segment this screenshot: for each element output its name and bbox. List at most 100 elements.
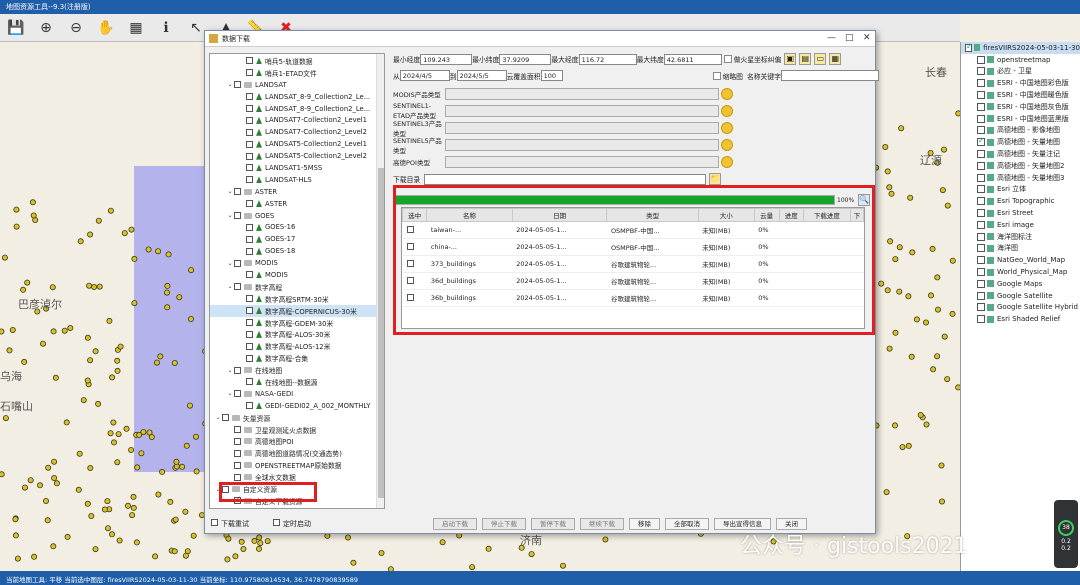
tree-checkbox[interactable] bbox=[246, 140, 253, 148]
expand-icon[interactable]: ⌄ bbox=[214, 414, 222, 421]
tree-node[interactable]: GOES-16 bbox=[210, 221, 384, 233]
max-lon-field[interactable]: 116.72 bbox=[578, 53, 637, 65]
tree-checkbox[interactable] bbox=[234, 449, 241, 457]
grid-icon[interactable]: ▦ bbox=[829, 53, 842, 65]
tree-checkbox[interactable] bbox=[234, 188, 241, 196]
tree-node[interactable]: ⌄ NASA-GEDI bbox=[210, 388, 384, 400]
tree-checkbox[interactable] bbox=[246, 247, 253, 255]
scheduled-start-option[interactable]: 定时启动 bbox=[273, 519, 311, 529]
tree-node[interactable]: GEDI-GEDI02_A_002_MONTHLY bbox=[210, 400, 384, 412]
full-extent-icon[interactable]: ▦ bbox=[126, 18, 146, 38]
layer-item[interactable]: Esri Shaded Relief bbox=[961, 313, 1080, 325]
layer-checkbox[interactable] bbox=[977, 136, 985, 147]
layer-checkbox[interactable] bbox=[977, 232, 985, 241]
tree-checkbox[interactable] bbox=[246, 57, 253, 65]
tree-node[interactable]: 高德地图道路情况(交通态势) bbox=[210, 447, 384, 459]
tree-node[interactable]: LANDSAT7-Collection2_Level2 bbox=[210, 126, 384, 138]
column-header[interactable]: 选中 bbox=[401, 208, 428, 222]
tree-checkbox[interactable] bbox=[246, 116, 253, 124]
draw-bbox-icon[interactable]: ▣ bbox=[784, 53, 797, 65]
zoom-out-icon[interactable]: ⊖ bbox=[66, 18, 86, 38]
layer-checkbox[interactable] bbox=[977, 102, 985, 111]
tree-checkbox[interactable] bbox=[246, 342, 253, 350]
tree-checkbox[interactable] bbox=[234, 259, 241, 267]
tree-checkbox[interactable] bbox=[246, 223, 253, 231]
column-header[interactable]: 云量 bbox=[753, 208, 780, 222]
save-icon[interactable]: 💾 bbox=[6, 18, 26, 38]
layer-item[interactable]: Google Satellite bbox=[961, 290, 1080, 302]
table-row[interactable]: china-... 2024-05-05-1... OSMPBF-中国... 未知(M… bbox=[402, 238, 864, 256]
column-header[interactable]: 下载进度 bbox=[802, 208, 851, 222]
expand-icon[interactable]: ⌄ bbox=[226, 283, 234, 290]
tree-node[interactable]: 数字高程-GDEM-30米 bbox=[210, 317, 384, 329]
layer-checkbox[interactable] bbox=[977, 209, 985, 218]
tree-node[interactable]: ⌄ ASTER bbox=[210, 186, 384, 198]
row-select-cell[interactable] bbox=[402, 272, 427, 290]
tree-checkbox[interactable] bbox=[246, 330, 253, 338]
tree-node[interactable]: ⌄ GOES bbox=[210, 210, 384, 222]
tree-checkbox[interactable] bbox=[246, 307, 253, 315]
tree-node[interactable]: GOES-18 bbox=[210, 245, 384, 257]
row-select-cell[interactable] bbox=[402, 221, 427, 239]
layer-item[interactable]: Google Satellite Hybrid bbox=[961, 302, 1080, 314]
tree-node[interactable]: LANDSAT_8-9_Collection2_Le... bbox=[210, 91, 384, 103]
resume-download-button[interactable]: 继续下载 bbox=[580, 518, 624, 530]
tree-checkbox[interactable] bbox=[246, 164, 253, 172]
layer-item[interactable]: Esri Street bbox=[961, 207, 1080, 219]
tree-checkbox[interactable] bbox=[234, 437, 241, 445]
start-download-button[interactable]: 启动下载 bbox=[433, 518, 477, 530]
layer-checkbox[interactable] bbox=[977, 161, 985, 170]
layer-checkbox[interactable] bbox=[977, 244, 985, 253]
layer-item[interactable]: 必应 - 卫星 bbox=[961, 66, 1080, 78]
table-row[interactable]: 36d_buildings 2024-05-05-1... 谷歌建筑物轮... 未知(… bbox=[402, 272, 864, 290]
arrow-icon[interactable]: ↖ bbox=[186, 18, 206, 38]
tree-node[interactable]: 在线地图--数据源 bbox=[210, 376, 384, 388]
tree-checkbox[interactable] bbox=[234, 390, 241, 398]
open-folder-icon[interactable]: ▭ bbox=[814, 53, 827, 65]
row-checkbox[interactable] bbox=[406, 242, 414, 250]
tree-checkbox[interactable] bbox=[246, 271, 253, 279]
tree-node[interactable]: 数字高程-合集 bbox=[210, 352, 384, 364]
tree-checkbox[interactable] bbox=[246, 69, 253, 77]
layer-checkbox[interactable] bbox=[977, 91, 985, 100]
tree-node[interactable]: 哨兵1-ETAD文件 bbox=[210, 67, 384, 79]
tree-checkbox[interactable] bbox=[246, 354, 253, 362]
layer-item[interactable]: NatGeo_World_Map bbox=[961, 254, 1080, 266]
product-type-select[interactable] bbox=[445, 88, 719, 100]
tree-checkbox[interactable] bbox=[246, 105, 253, 112]
tree-node[interactable]: MODIS bbox=[210, 269, 384, 281]
expand-icon[interactable]: ⌄ bbox=[226, 390, 234, 397]
column-header[interactable]: 大小 bbox=[697, 208, 755, 222]
tree-node[interactable]: 数字高程SRTM-30米 bbox=[210, 293, 384, 305]
tree-scrollbar[interactable] bbox=[376, 54, 384, 508]
product-type-pick-icon[interactable] bbox=[721, 88, 733, 100]
layer-checkbox[interactable] bbox=[977, 114, 985, 123]
layer-item[interactable]: 高德地图 - 矢量地图 bbox=[961, 136, 1080, 148]
row-select-cell[interactable] bbox=[402, 289, 427, 307]
min-lat-field[interactable]: 37.9209 bbox=[499, 53, 552, 65]
keyword-field[interactable] bbox=[780, 70, 879, 81]
download-retry-option[interactable]: 下载重试 bbox=[211, 519, 249, 529]
row-select-cell[interactable] bbox=[402, 238, 427, 256]
tree-checkbox[interactable] bbox=[234, 426, 241, 434]
cancel-all-button[interactable]: 全部取消 bbox=[665, 518, 709, 530]
close-icon[interactable]: ✕ bbox=[863, 33, 871, 43]
download-dir-field[interactable] bbox=[424, 173, 707, 185]
tree-checkbox[interactable] bbox=[246, 235, 253, 243]
layer-item[interactable]: 海洋图标注 bbox=[961, 231, 1080, 243]
expand-icon[interactable]: ⌄ bbox=[226, 367, 234, 374]
layer-checkbox[interactable] bbox=[977, 67, 985, 76]
layer-item[interactable]: 高德地图 - 矢量注记 bbox=[961, 148, 1080, 160]
date-from-field[interactable]: 2024/4/5 bbox=[399, 70, 450, 81]
layer-item[interactable]: 海洋图 bbox=[961, 243, 1080, 255]
column-header[interactable]: 类型 bbox=[606, 208, 699, 222]
layer-item[interactable]: ESRI - 中国地图灰色版 bbox=[961, 101, 1080, 113]
layer-checkbox[interactable] bbox=[977, 55, 985, 64]
column-header[interactable]: 日期 bbox=[511, 208, 608, 222]
layer-checkbox[interactable] bbox=[977, 303, 985, 312]
min-lon-field[interactable]: 109.243 bbox=[420, 53, 473, 65]
layer-checkbox[interactable] bbox=[977, 279, 985, 288]
zoom-in-icon[interactable]: ⊕ bbox=[36, 18, 56, 38]
select-bbox-icon[interactable]: ▤ bbox=[799, 53, 812, 65]
tree-checkbox[interactable] bbox=[246, 152, 253, 160]
